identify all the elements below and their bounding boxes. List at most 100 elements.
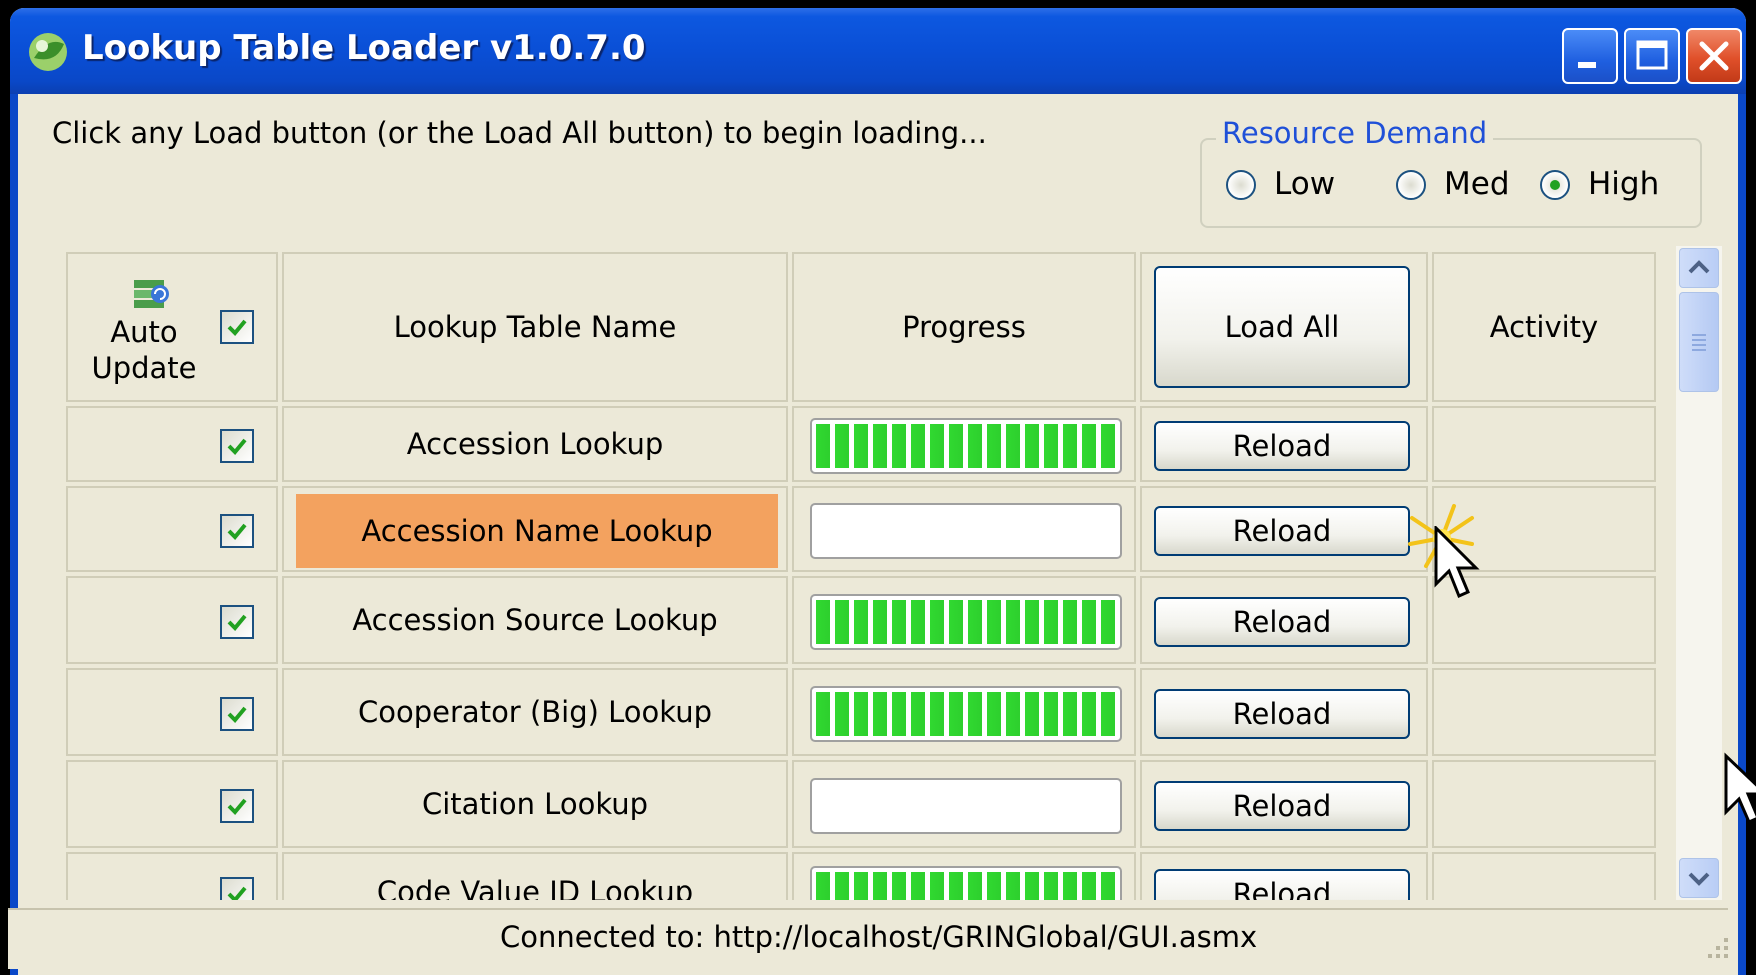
- progress-bar: [810, 418, 1122, 474]
- row-highlight: Accession Name Lookup: [294, 492, 780, 570]
- reload-button[interactable]: Reload: [1154, 506, 1410, 556]
- radio-low[interactable]: Low: [1226, 166, 1346, 206]
- grip-lines-icon: [1692, 334, 1706, 351]
- progress-fill: [816, 424, 1116, 468]
- auto-update-checkbox[interactable]: [220, 514, 254, 548]
- checkmark-icon: [227, 438, 247, 455]
- lookup-table-name: Accession Lookup: [406, 427, 664, 461]
- row-name-cell: Accession Source Lookup: [282, 576, 788, 664]
- row-button-cell: Reload: [1140, 406, 1428, 482]
- auto-update-checkbox[interactable]: [220, 877, 254, 900]
- radio-circle[interactable]: [1226, 170, 1256, 200]
- checkmark-icon: [227, 798, 247, 815]
- progress-bar: [810, 594, 1122, 650]
- radio-low-label: Low: [1274, 166, 1336, 202]
- row-name-cell: Accession Name Lookup: [282, 486, 788, 572]
- radio-high-label: High: [1588, 166, 1660, 202]
- lookup-table-name: Accession Source Lookup: [352, 603, 718, 637]
- radio-circle[interactable]: [1540, 170, 1570, 200]
- connection-status: Connected to: http://localhost/GRINGloba…: [500, 920, 1258, 954]
- radio-circle[interactable]: [1396, 170, 1426, 200]
- minimize-button[interactable]: [1562, 28, 1618, 84]
- auto-update-checkbox[interactable]: [220, 429, 254, 463]
- lookup-table-name: Accession Name Lookup: [361, 514, 713, 548]
- progress-fill: [816, 872, 1116, 900]
- checkmark-icon: [227, 706, 247, 723]
- auto-update-all-checkbox[interactable]: [220, 310, 254, 344]
- header-auto-update-label: Auto Update: [91, 315, 197, 385]
- instruction-text: Click any Load button (or the Load All b…: [52, 116, 987, 150]
- reload-button[interactable]: Reload: [1154, 597, 1410, 647]
- radio-med-label: Med: [1444, 166, 1510, 202]
- app-logo-icon: [29, 33, 67, 71]
- resize-grip-icon[interactable]: [1700, 934, 1734, 964]
- row-button-cell: Reload: [1140, 576, 1428, 664]
- reload-button[interactable]: Reload: [1154, 421, 1410, 471]
- header-auto-update-cell: Auto Update: [66, 252, 278, 402]
- auto-update-icon: [134, 280, 169, 308]
- progress-fill: [816, 600, 1116, 644]
- row-button-cell: Reload: [1140, 852, 1428, 900]
- row-name-cell: Citation Lookup: [282, 760, 788, 848]
- load-all-button[interactable]: Load All: [1154, 266, 1410, 388]
- progress-bar: [810, 503, 1122, 559]
- radio-med[interactable]: Med: [1396, 166, 1516, 206]
- lookup-table-name: Citation Lookup: [421, 787, 649, 821]
- row-activity-cell: [1432, 760, 1656, 848]
- lookup-table-name: Cooperator (Big) Lookup: [358, 695, 712, 729]
- row-auto-update-cell: [66, 486, 278, 572]
- progress-bar: [810, 866, 1122, 900]
- scroll-up-button[interactable]: [1679, 248, 1719, 288]
- row-auto-update-cell: [66, 668, 278, 756]
- row-progress-cell: [792, 486, 1136, 572]
- header-progress: Progress: [792, 252, 1136, 402]
- radio-high[interactable]: High: [1540, 166, 1680, 206]
- close-icon: [1699, 41, 1729, 71]
- row-progress-cell: [792, 406, 1136, 482]
- row-progress-cell: [792, 668, 1136, 756]
- chevron-down-icon: [1688, 872, 1710, 886]
- checkmark-icon: [227, 886, 247, 900]
- header-lookup-table-name: Lookup Table Name: [282, 252, 788, 402]
- header-load-all-cell: Load All: [1140, 252, 1428, 402]
- row-name-cell: Accession Lookup: [282, 406, 788, 482]
- close-button[interactable]: [1686, 28, 1742, 84]
- row-button-cell: Reload: [1140, 668, 1428, 756]
- reload-button[interactable]: Reload: [1154, 781, 1410, 831]
- auto-update-checkbox[interactable]: [220, 697, 254, 731]
- secondary-cursor-icon: [1724, 752, 1756, 822]
- row-name-cell: Code Value ID Lookup: [282, 852, 788, 900]
- progress-bar: [810, 686, 1122, 742]
- maximize-button[interactable]: [1624, 28, 1680, 84]
- grid-scrollbar[interactable]: [1676, 246, 1722, 900]
- window-title: Lookup Table Loader v1.0.7.0: [82, 28, 646, 68]
- scroll-down-button[interactable]: [1679, 858, 1719, 898]
- minimize-icon: [1578, 62, 1596, 68]
- progress-fill: [816, 692, 1116, 736]
- row-activity-cell: [1432, 406, 1656, 482]
- progress-bar: [810, 778, 1122, 834]
- row-auto-update-cell: [66, 406, 278, 482]
- row-name-cell: Cooperator (Big) Lookup: [282, 668, 788, 756]
- row-button-cell: Reload: [1140, 486, 1428, 572]
- mouse-cursor-icon: [1434, 526, 1480, 599]
- row-progress-cell: [792, 760, 1136, 848]
- reload-button[interactable]: Reload: [1154, 869, 1410, 900]
- maximize-icon: [1636, 40, 1668, 70]
- row-auto-update-cell: [66, 760, 278, 848]
- reload-button[interactable]: Reload: [1154, 689, 1410, 739]
- auto-update-checkbox[interactable]: [220, 789, 254, 823]
- chevron-up-icon: [1688, 260, 1710, 274]
- checkmark-icon: [227, 614, 247, 631]
- scroll-thumb[interactable]: [1679, 292, 1719, 392]
- row-progress-cell: [792, 576, 1136, 664]
- radio-selected-dot: [1550, 180, 1560, 190]
- row-activity-cell: [1432, 852, 1656, 900]
- auto-update-checkbox[interactable]: [220, 605, 254, 639]
- checkmark-icon: [227, 319, 247, 336]
- row-progress-cell: [792, 852, 1136, 900]
- header-activity: Activity: [1432, 252, 1656, 402]
- title-bar[interactable]: Lookup Table Loader v1.0.7.0: [10, 8, 1746, 94]
- row-activity-cell: [1432, 668, 1656, 756]
- lookup-table-name: Code Value ID Lookup: [376, 875, 694, 900]
